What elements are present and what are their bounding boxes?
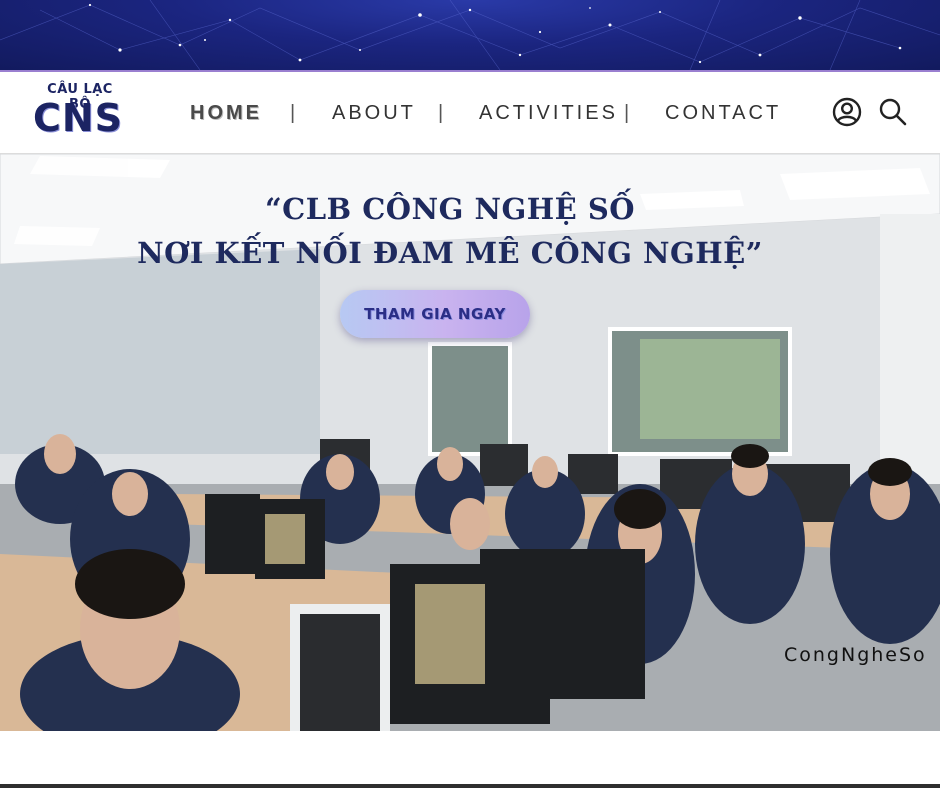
nav-separator: | [290, 102, 296, 124]
logo-wordmark: CNS [32, 96, 124, 140]
network-pattern [0, 0, 940, 70]
nav-about[interactable]: ABOUT [332, 102, 416, 125]
nav-separator: | [438, 102, 444, 124]
nav-home[interactable]: HOME [190, 102, 262, 125]
nav-activities[interactable]: ACTIVITIES [479, 102, 618, 125]
user-circle-icon[interactable] [831, 96, 863, 128]
search-icon[interactable] [877, 96, 909, 128]
cns-logo[interactable]: CÂU LẠC BỘ CNS [26, 80, 130, 142]
join-now-button[interactable]: THAM GIA NGAY [340, 290, 530, 338]
top-banner [0, 0, 940, 70]
nav-contact[interactable]: CONTACT [665, 102, 781, 125]
nav-separator: | [624, 102, 630, 124]
hero-title-line2: NƠI KẾT NỐI ĐAM MÊ CÔNG NGHỆ” [137, 236, 763, 270]
watermark-text: CongNgheSo [784, 644, 927, 666]
hero-title-line1: “CLB CÔNG NGHỆ SỐ [264, 192, 636, 226]
bottom-divider [0, 784, 940, 788]
hero-banner: “CLB CÔNG NGHỆ SỐ NƠI KẾT NỐI ĐAM MÊ CÔN… [0, 154, 940, 731]
site-header: CÂU LẠC BỘ CNS HOME | ABOUT | ACTIVITIES… [0, 72, 940, 154]
